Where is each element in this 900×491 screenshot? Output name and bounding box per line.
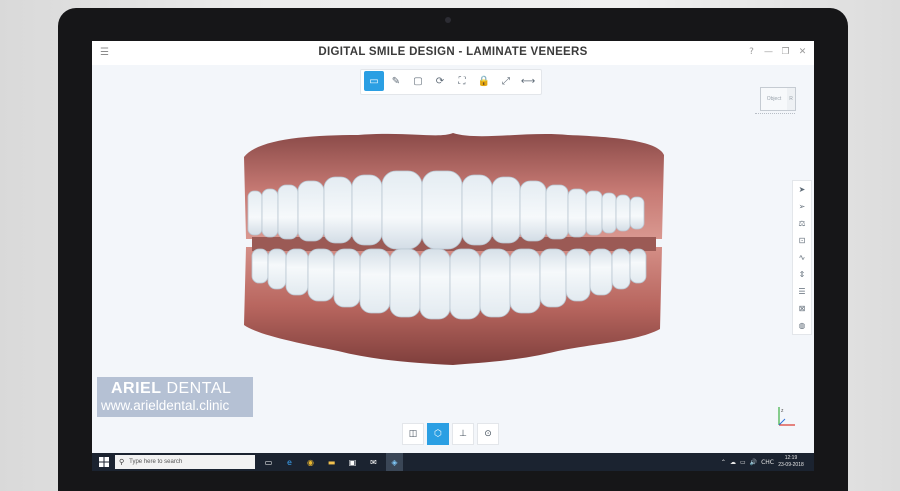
pencil-icon[interactable]: ✎ [386, 71, 406, 91]
crop-icon[interactable]: ⛶ [452, 71, 472, 91]
close-button[interactable]: ✕ [797, 45, 808, 59]
store-icon[interactable]: ▣ [344, 453, 361, 471]
dental-3d-model[interactable] [238, 129, 668, 369]
dental-app-icon[interactable]: ◈ [386, 453, 403, 471]
implant-icon[interactable]: ⊥ [452, 423, 474, 445]
edge-icon[interactable]: e [281, 453, 298, 471]
select-arrow-icon[interactable]: ➤ [794, 181, 810, 198]
input-language-indicator[interactable]: CHC [761, 459, 774, 466]
search-icon: ⚲ [119, 458, 125, 466]
right-toolbar: ➤ ➢ ⚖ ⊡ ∿ ⇕ ☰ ⊠ ◍ [792, 180, 812, 335]
tooth-view-icon[interactable]: ◫ [402, 423, 424, 445]
clock-time: 12:19 [784, 455, 798, 461]
file-explorer-icon[interactable]: ▬ [323, 453, 340, 471]
color-wheel-icon[interactable]: ◍ [794, 317, 810, 334]
lock-icon[interactable]: 🔒 [474, 71, 494, 91]
rotate-icon[interactable]: ⟳ [430, 71, 450, 91]
taskbar-apps: ▭ e ◉ ▬ ▣ ✉ ◈ [260, 453, 403, 471]
expand-icon[interactable]: ⤢ [496, 71, 516, 91]
onedrive-icon[interactable]: ☁ [730, 459, 736, 466]
windows-taskbar: ⚲ Type here to search ▭ e ◉ ▬ ▣ ✉ ◈ ⌃ ☁ ▭ 🔊 CHC 12… [92, 453, 814, 471]
minimize-button[interactable]: — [763, 45, 774, 59]
taskbar-clock[interactable]: 12:19 23-09-2018 [774, 455, 808, 469]
scan-icon[interactable]: ⊠ [794, 300, 810, 317]
window-controls: ? — ❐ ✕ [746, 45, 808, 59]
title-bar: ☰ DIGITAL SMILE DESIGN - LAMINATE VENEER… [92, 41, 814, 65]
layers-icon[interactable]: ☰ [794, 283, 810, 300]
view-cube-base [755, 111, 795, 114]
view-cube-right[interactable]: R [787, 87, 796, 111]
search-placeholder: Type here to search [129, 459, 183, 465]
shield-tooth-icon[interactable]: ⬡ [427, 423, 449, 445]
watermark-brand-bold: ARIEL [111, 380, 162, 397]
watermark-url: www.arieldental.clinic [101, 398, 230, 413]
watermark-brand: ARIEL DENTAL [111, 380, 231, 398]
axis-indicator: z [778, 407, 795, 426]
top-toolbar: ▭ ✎ ▢ ⟳ ⛶ 🔒 ⤢ ⟷ [360, 69, 542, 95]
svg-text:z: z [781, 408, 784, 414]
view-cube-front[interactable]: Object [760, 87, 788, 111]
folder-icon[interactable]: ▢ [408, 71, 428, 91]
network-icon[interactable]: ▭ [740, 459, 746, 466]
tooth-compare-icon[interactable]: ⚖ [794, 215, 810, 232]
spacing-icon[interactable]: ⇕ [794, 266, 810, 283]
help-icon[interactable]: ? [746, 45, 757, 59]
taskbar-search-input[interactable]: ⚲ Type here to search [115, 455, 255, 469]
show-hidden-icons-icon[interactable]: ⌃ [721, 459, 726, 466]
maximize-button[interactable]: ❐ [780, 45, 791, 59]
system-tray: ⌃ ☁ ▭ 🔊 CHC [721, 453, 774, 471]
webcam [445, 17, 451, 23]
window-title: DIGITAL SMILE DESIGN - LAMINATE VENEERS [318, 46, 588, 58]
folder-open-icon[interactable]: ▭ [364, 71, 384, 91]
watermark-brand-rest: DENTAL [161, 380, 232, 397]
chrome-icon[interactable]: ◉ [302, 453, 319, 471]
target-icon[interactable]: ⊙ [477, 423, 499, 445]
bottom-toolbar: ◫ ⬡ ⊥ ⊙ [402, 423, 499, 445]
task-view-icon[interactable]: ▭ [260, 453, 277, 471]
ariel-dental-watermark: ARIEL DENTAL www.arieldental.clinic [97, 377, 253, 417]
pointer-icon[interactable]: ➢ [794, 198, 810, 215]
measure-icon[interactable]: ⟷ [518, 71, 538, 91]
view-cube[interactable]: Object R [752, 81, 798, 115]
clock-date: 23-09-2018 [778, 462, 804, 468]
tooth-box-icon[interactable]: ⊡ [794, 232, 810, 249]
curve-icon[interactable]: ∿ [794, 249, 810, 266]
mail-icon[interactable]: ✉ [365, 453, 382, 471]
volume-icon[interactable]: 🔊 [750, 459, 757, 466]
windows-start-icon[interactable] [99, 457, 109, 467]
